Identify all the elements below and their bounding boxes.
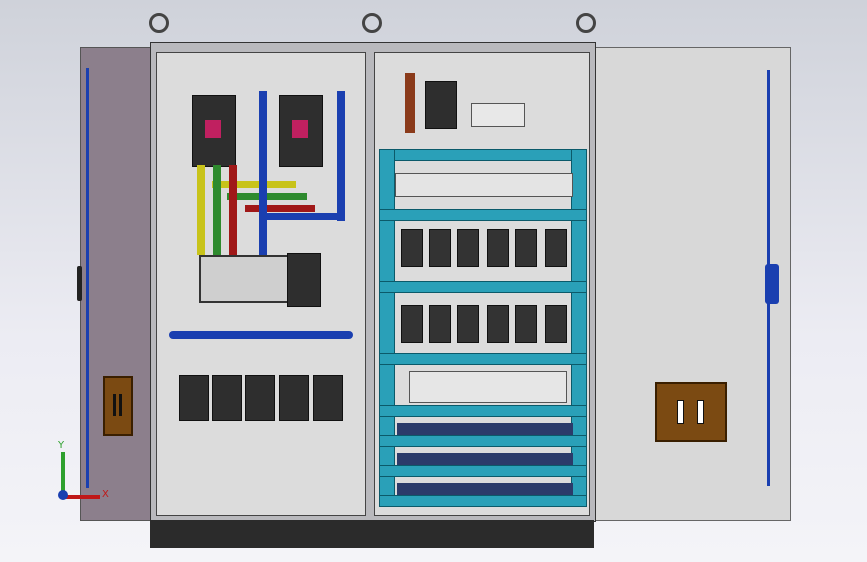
door-latch	[765, 264, 779, 304]
contactor[interactable]	[515, 305, 537, 343]
handle-slot	[697, 400, 704, 424]
door-latch	[77, 266, 82, 301]
axis-triad-icon: Y X	[52, 440, 112, 510]
contactor[interactable]	[515, 229, 537, 267]
handle-slot	[113, 394, 116, 416]
main-breaker[interactable]	[192, 95, 236, 167]
lifting-eye-icon	[362, 13, 382, 33]
contactor[interactable]	[401, 229, 423, 267]
control-breaker[interactable]	[425, 81, 457, 129]
terminal-strip	[397, 483, 573, 495]
terminal-strip-vertical	[405, 73, 415, 133]
left-mounting-plate	[156, 52, 366, 516]
door-handle-icon[interactable]	[103, 376, 133, 436]
busbar-green	[227, 193, 307, 200]
busbar-blue	[337, 91, 345, 221]
outgoing-breaker[interactable]	[245, 375, 275, 421]
lifting-eye-icon	[576, 13, 596, 33]
outgoing-breaker[interactable]	[212, 375, 242, 421]
busbar-blue	[267, 213, 345, 220]
din-rail	[379, 435, 587, 447]
origin-sphere	[58, 490, 68, 500]
din-rail	[379, 149, 587, 161]
contactor[interactable]	[401, 305, 423, 343]
right-door[interactable]	[594, 47, 791, 521]
din-rail	[379, 465, 587, 477]
busbar-green	[213, 165, 221, 255]
contactor[interactable]	[429, 229, 451, 267]
contactor[interactable]	[487, 229, 509, 267]
outgoing-breaker[interactable]	[313, 375, 343, 421]
terminal-block-row	[395, 173, 573, 197]
door-hinge-rod	[86, 68, 89, 488]
din-rail-side	[379, 149, 395, 507]
contactor[interactable]	[545, 229, 567, 267]
right-mounting-plate	[374, 52, 590, 516]
relay-block	[471, 103, 525, 127]
rotary-isolator[interactable]	[287, 253, 321, 307]
din-rail	[379, 209, 587, 221]
door-handle-icon[interactable]	[655, 382, 727, 442]
terminal-strip	[397, 453, 573, 465]
cabinet-plinth	[150, 520, 594, 548]
handle-slot	[119, 394, 122, 416]
neutral-busbar	[169, 331, 353, 339]
contactor[interactable]	[457, 229, 479, 267]
contactor[interactable]	[545, 305, 567, 343]
handle-slot	[677, 400, 684, 424]
din-rail	[379, 353, 587, 365]
y-axis-label: Y	[58, 440, 65, 451]
busbar-yellow	[212, 181, 296, 188]
busbar-red	[245, 205, 315, 212]
busbar-yellow	[197, 165, 205, 255]
din-rail	[379, 281, 587, 293]
outgoing-breaker[interactable]	[279, 375, 309, 421]
outgoing-breaker[interactable]	[179, 375, 209, 421]
contactor[interactable]	[487, 305, 509, 343]
relay-row	[409, 371, 567, 403]
x-axis-label: X	[102, 489, 109, 500]
busbar-blue	[259, 91, 267, 255]
busbar-red	[229, 165, 237, 255]
din-rail-side	[571, 149, 587, 507]
terminal-strip	[397, 423, 573, 435]
main-breaker[interactable]	[279, 95, 323, 167]
din-rail	[379, 495, 587, 507]
contactor[interactable]	[457, 305, 479, 343]
lifting-eye-icon	[149, 13, 169, 33]
contactor[interactable]	[429, 305, 451, 343]
isolator-switch[interactable]	[199, 255, 289, 303]
din-rail	[379, 405, 587, 417]
